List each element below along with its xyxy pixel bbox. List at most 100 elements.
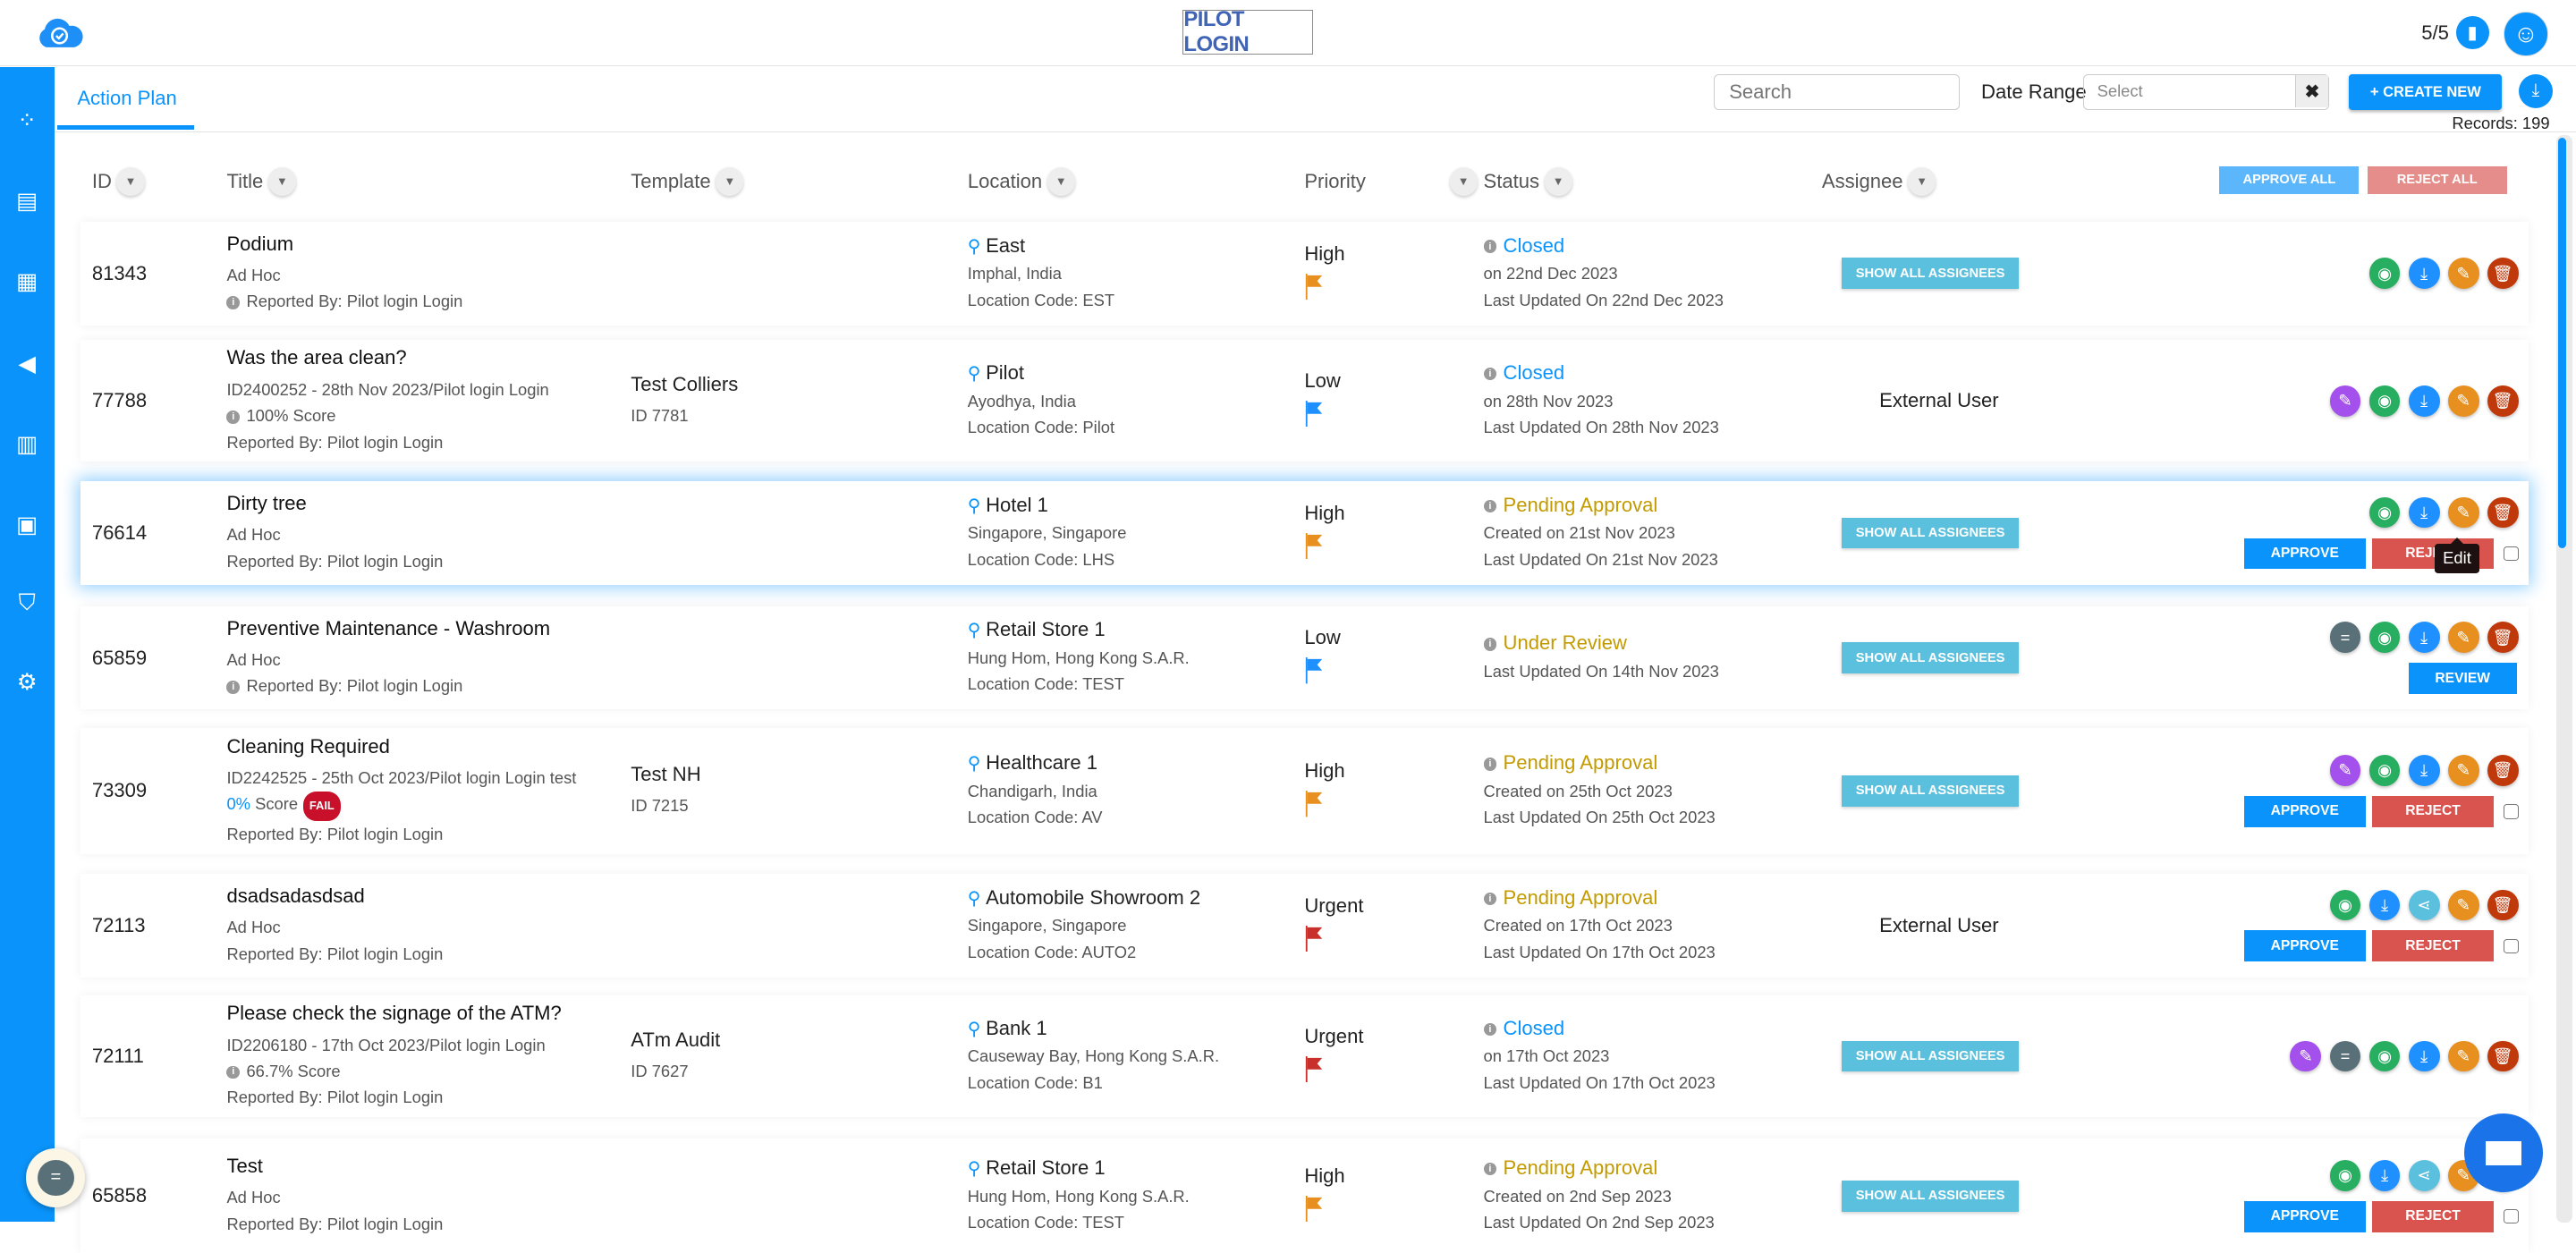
- cloud-logo-icon[interactable]: [35, 16, 84, 49]
- table-row[interactable]: 73309 Cleaning Required ID2242525 - 25th O…: [80, 727, 2529, 855]
- sort-icon[interactable]: ▼: [1908, 167, 1936, 196]
- sort-icon[interactable]: ▼: [1544, 167, 1572, 196]
- clear-date-icon[interactable]: ✖: [2294, 74, 2329, 108]
- show-all-assignees-button[interactable]: SHOW ALL ASSIGNEES: [1841, 258, 2020, 290]
- row-title[interactable]: Was the area clean?: [226, 346, 548, 369]
- view-icon[interactable]: ◉: [2368, 754, 2401, 786]
- view-icon[interactable]: ◉: [2368, 496, 2401, 529]
- column-header-assignee[interactable]: Assignee ▼: [1822, 167, 1936, 196]
- download-icon[interactable]: ⤓: [2408, 754, 2440, 786]
- approve-button[interactable]: APPROVE: [2243, 795, 2366, 827]
- reject-button[interactable]: REJECT: [2372, 1200, 2494, 1232]
- edit-icon[interactable]: ✎: [2447, 496, 2479, 529]
- edit-response-icon[interactable]: ✎: [2329, 754, 2361, 786]
- approve-button[interactable]: APPROVE: [2243, 930, 2366, 962]
- select-checkbox[interactable]: [2503, 1208, 2519, 1224]
- view-icon[interactable]: ◉: [2368, 385, 2401, 417]
- edit-response-icon[interactable]: ✎: [2329, 385, 2361, 417]
- delete-icon[interactable]: 🗑: [2487, 258, 2519, 290]
- approve-all-button[interactable]: APPROVE ALL: [2219, 165, 2360, 194]
- select-checkbox[interactable]: [2503, 546, 2519, 562]
- view-icon[interactable]: ◉: [2368, 258, 2401, 290]
- download-icon[interactable]: ⤓: [2368, 889, 2401, 921]
- download-icon[interactable]: ⤓: [2408, 1040, 2440, 1072]
- edit-icon[interactable]: ✎: [2447, 754, 2479, 786]
- download-icon[interactable]: ⤓: [2368, 1159, 2401, 1191]
- show-all-assignees-button[interactable]: SHOW ALL ASSIGNEES: [1841, 775, 2020, 807]
- edit-response-icon[interactable]: ✎: [2290, 1040, 2322, 1072]
- view-icon[interactable]: ◉: [2329, 1159, 2361, 1191]
- review-button[interactable]: REVIEW: [2408, 663, 2517, 694]
- show-all-assignees-button[interactable]: SHOW ALL ASSIGNEES: [1841, 1180, 2020, 1212]
- document-icon[interactable]: ▦: [13, 267, 41, 295]
- show-all-assignees-button[interactable]: SHOW ALL ASSIGNEES: [1841, 642, 2020, 674]
- sort-icon[interactable]: ▼: [1046, 167, 1075, 196]
- reject-all-button[interactable]: REJECT ALL: [2367, 165, 2507, 194]
- approve-button[interactable]: APPROVE: [2243, 1200, 2366, 1232]
- sort-icon[interactable]: ▼: [1449, 167, 1478, 196]
- row-title[interactable]: Test: [226, 1155, 443, 1178]
- show-all-assignees-button[interactable]: SHOW ALL ASSIGNEES: [1841, 517, 2020, 549]
- reject-button[interactable]: REJECT: [2372, 930, 2494, 962]
- file-icon[interactable]: ▮: [2455, 16, 2489, 50]
- view-icon[interactable]: ◉: [2329, 889, 2361, 921]
- delete-icon[interactable]: 🗑: [2487, 889, 2519, 921]
- edit-icon[interactable]: ✎: [2447, 889, 2479, 921]
- create-new-button[interactable]: + CREATE NEW: [2349, 73, 2503, 111]
- training-icon[interactable]: ▣: [13, 511, 41, 538]
- row-title[interactable]: Preventive Maintenance - Washroom: [226, 617, 550, 640]
- chat-widget-button[interactable]: =: [26, 1147, 86, 1207]
- approve-button[interactable]: APPROVE: [2243, 538, 2366, 570]
- row-title[interactable]: Podium: [226, 233, 462, 256]
- column-header-title[interactable]: Title ▼: [226, 167, 296, 196]
- clipboard-icon[interactable]: ▤: [13, 187, 41, 215]
- select-checkbox[interactable]: [2503, 803, 2519, 819]
- date-range-input[interactable]: Select ✖: [2082, 73, 2330, 111]
- comment-icon[interactable]: =: [2329, 1040, 2361, 1072]
- download-icon[interactable]: ⤓: [2408, 496, 2440, 529]
- tab-action-plan[interactable]: Action Plan: [77, 87, 176, 110]
- select-checkbox[interactable]: [2503, 938, 2519, 954]
- row-title[interactable]: Dirty tree: [226, 492, 443, 515]
- edit-icon[interactable]: ✎: [2447, 258, 2479, 290]
- megaphone-icon[interactable]: ◀: [13, 350, 41, 377]
- row-title[interactable]: dsadsadasdsad: [226, 885, 443, 908]
- column-header-location[interactable]: Location ▼: [968, 167, 1075, 196]
- show-all-assignees-button[interactable]: SHOW ALL ASSIGNEES: [1841, 1040, 2020, 1072]
- download-icon[interactable]: ⤓: [2518, 73, 2554, 109]
- row-title[interactable]: Please check the signage of the ATM?: [226, 1002, 561, 1025]
- gear-icon[interactable]: ⚙: [13, 669, 41, 697]
- table-row[interactable]: 65858 Test Ad Hoc Reported By: Pilot login …: [80, 1138, 2529, 1253]
- support-chat-button[interactable]: [2464, 1113, 2544, 1193]
- column-header-priority[interactable]: Priority ▼: [1304, 167, 1478, 196]
- edit-icon[interactable]: ✎: [2447, 1040, 2479, 1072]
- table-row[interactable]: 77788 Was the area clean? ID2400252 - 28th…: [80, 340, 2529, 462]
- view-icon[interactable]: ◉: [2368, 622, 2401, 654]
- table-row[interactable]: 65859 Preventive Maintenance - Washroom Ad…: [80, 605, 2529, 710]
- sort-icon[interactable]: ▼: [267, 167, 296, 196]
- table-row[interactable]: 81343 Podium Ad Hoc i Reported By: Pilot log…: [80, 221, 2529, 326]
- delete-icon[interactable]: 🗑: [2487, 1040, 2519, 1072]
- sort-icon[interactable]: ▼: [116, 167, 145, 196]
- edit-icon[interactable]: ✎: [2447, 622, 2479, 654]
- column-header-id[interactable]: ID ▼: [92, 167, 145, 196]
- shield-icon[interactable]: ⛉: [13, 589, 41, 617]
- table-row[interactable]: 72111 Please check the signage of the ATM…: [80, 995, 2529, 1117]
- download-icon[interactable]: ⤓: [2408, 385, 2440, 417]
- column-header-template[interactable]: Template ▼: [631, 167, 744, 196]
- download-icon[interactable]: ⤓: [2408, 622, 2440, 654]
- column-header-status[interactable]: Status ▼: [1484, 167, 1572, 196]
- view-icon[interactable]: ◉: [2368, 1040, 2401, 1072]
- table-row[interactable]: 72113 dsadsadasdsad Ad Hoc Reported By: Pil…: [80, 874, 2529, 978]
- search-input[interactable]: [1713, 73, 1961, 111]
- edit-icon[interactable]: ✎: [2447, 385, 2479, 417]
- user-avatar-icon[interactable]: ☺: [2504, 11, 2548, 56]
- delete-icon[interactable]: 🗑: [2487, 385, 2519, 417]
- download-icon[interactable]: ⤓: [2408, 258, 2440, 290]
- comment-icon[interactable]: =: [2329, 622, 2361, 654]
- reject-button[interactable]: REJECT: [2372, 795, 2494, 827]
- dashboard-icon[interactable]: ⁘: [13, 106, 41, 134]
- share-icon[interactable]: ⋖: [2408, 1159, 2440, 1191]
- analytics-icon[interactable]: ▥: [13, 430, 41, 458]
- share-icon[interactable]: ⋖: [2408, 889, 2440, 921]
